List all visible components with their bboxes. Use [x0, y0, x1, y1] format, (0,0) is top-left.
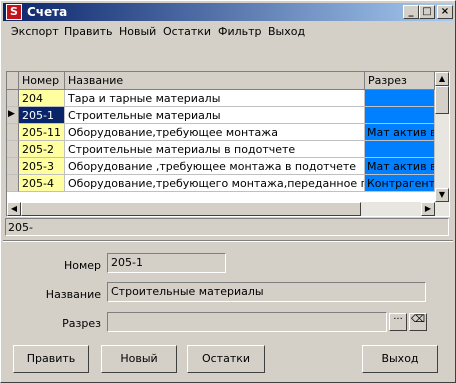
number-label: Номер — [63, 259, 101, 272]
menu-export[interactable]: Экспорт — [11, 25, 59, 38]
row-indicator — [7, 141, 19, 158]
section-label: Разрез — [62, 317, 101, 330]
row-indicator — [7, 175, 19, 192]
cell-section[interactable]: Мат актив в — [365, 124, 435, 141]
cell-name[interactable]: Оборудование,требующего монтажа,переданн… — [65, 175, 365, 192]
window-title: Счета — [27, 5, 68, 19]
table-row[interactable]: 204 Тара и тарные материалы — [7, 90, 435, 107]
exit-button[interactable]: Выход — [362, 345, 438, 373]
status-bar: 205- — [5, 218, 449, 236]
row-indicator — [7, 90, 19, 107]
cell-number[interactable]: 205-2 — [19, 141, 65, 158]
menu-new[interactable]: Новый — [119, 25, 156, 38]
new-button[interactable]: Новый — [101, 345, 177, 373]
cell-number[interactable]: 205-3 — [19, 158, 65, 175]
vertical-scrollbar[interactable]: ▲ ▼ — [435, 72, 449, 216]
scroll-right-arrow-icon[interactable]: ▶ — [421, 202, 435, 216]
cell-section[interactable] — [365, 141, 435, 158]
current-row-indicator: ▶ — [7, 107, 19, 124]
grid-corner — [7, 72, 19, 90]
column-header-name[interactable]: Название — [65, 72, 365, 90]
horizontal-scroll-thumb[interactable] — [21, 202, 361, 216]
main-window: S Счета _ □ × Экспорт Править Новый Оста… — [0, 0, 456, 383]
table-row[interactable]: 205-3 Оборудование ,требующее монтажа в … — [7, 158, 435, 175]
scroll-up-arrow-icon[interactable]: ▲ — [435, 72, 449, 86]
app-icon: S — [6, 4, 22, 20]
clear-icon[interactable]: ⌫ — [409, 313, 427, 331]
cell-number[interactable]: 204 — [19, 90, 65, 107]
row-indicator — [7, 158, 19, 175]
minimize-button[interactable]: _ — [403, 5, 419, 19]
number-field[interactable]: 205-1 — [107, 253, 226, 273]
cell-name[interactable]: Оборудование,требующее монтажа — [65, 124, 365, 141]
cell-number[interactable]: 205-11 — [19, 124, 65, 141]
cell-name[interactable]: Строительные материалы — [65, 107, 365, 124]
vertical-scroll-thumb[interactable] — [435, 86, 449, 114]
close-button[interactable]: × — [437, 5, 453, 19]
menu-balances[interactable]: Остатки — [163, 25, 211, 38]
section-field[interactable] — [107, 312, 387, 332]
cell-name[interactable]: Оборудование ,требующее монтажа в подотч… — [65, 158, 365, 175]
table-row[interactable]: 205-2 Строительные материалы в подотчете — [7, 141, 435, 158]
cell-section[interactable]: Контрагенть — [365, 175, 435, 192]
row-indicator — [7, 124, 19, 141]
cell-number[interactable]: 205-4 — [19, 175, 65, 192]
cell-name[interactable]: Строительные материалы в подотчете — [65, 141, 365, 158]
table-row[interactable]: 205-11 Оборудование,требующее монтажа Ма… — [7, 124, 435, 141]
horizontal-scrollbar[interactable]: ◀ ▶ — [7, 202, 435, 216]
menu-exit[interactable]: Выход — [268, 25, 305, 38]
cell-number[interactable]: 205-1 — [19, 107, 65, 124]
menu-edit[interactable]: Править — [64, 25, 113, 38]
name-label: Название — [45, 288, 101, 301]
cell-section[interactable]: Мат актив в — [365, 158, 435, 175]
title-bar[interactable]: S Счета _ □ × — [3, 3, 453, 21]
table-row[interactable]: 205-4 Оборудование,требующего монтажа,пе… — [7, 175, 435, 192]
maximize-button[interactable]: □ — [419, 5, 435, 19]
table-row-selected[interactable]: ▶ 205-1 Строительные материалы — [7, 107, 435, 124]
scroll-down-arrow-icon[interactable]: ▼ — [435, 188, 449, 202]
column-header-number[interactable]: Номер — [19, 72, 65, 90]
cell-section[interactable] — [365, 90, 435, 107]
menu-filter[interactable]: Фильтр — [218, 25, 262, 38]
edit-button[interactable]: Править — [13, 345, 89, 373]
column-header-section[interactable]: Разрез — [365, 72, 435, 90]
divider — [3, 240, 453, 242]
cell-name[interactable]: Тара и тарные материалы — [65, 90, 365, 107]
accounts-grid[interactable]: Номер Название Разрез 204 Тара и тарные … — [6, 71, 450, 217]
balances-button[interactable]: Остатки — [187, 345, 265, 373]
name-field[interactable]: Строительные материалы — [107, 282, 426, 302]
browse-button[interactable]: ··· — [389, 313, 407, 331]
scroll-left-arrow-icon[interactable]: ◀ — [7, 202, 21, 216]
cell-section[interactable] — [365, 107, 435, 124]
